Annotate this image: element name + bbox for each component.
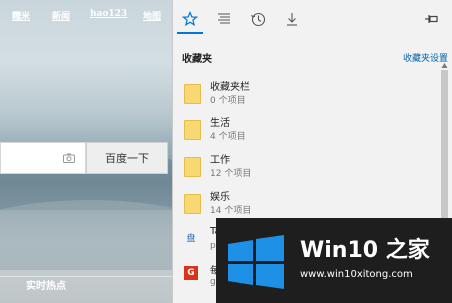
- windows-logo-icon: [228, 235, 284, 289]
- browser-page: 糯米 新闻 hao123 地图 百度一下 实时热点: [0, 0, 172, 303]
- site-favicon-icon: 盘: [186, 233, 196, 244]
- folder-count: 12 个项目: [210, 169, 252, 179]
- folder-name: 娱乐: [210, 192, 230, 203]
- history-icon: [251, 12, 266, 27]
- download-icon: [287, 13, 297, 26]
- tab-favorites[interactable]: [177, 6, 203, 34]
- folder-icon: [184, 157, 201, 177]
- folder-icon: [184, 120, 201, 140]
- watermark-title: Win10 之家: [300, 238, 430, 263]
- star-icon: [182, 11, 198, 27]
- hub-tabs: [173, 0, 452, 38]
- nav-link-map[interactable]: 地图: [143, 9, 161, 22]
- pin-button[interactable]: [419, 6, 445, 32]
- scroll-up-arrow-icon[interactable]: [441, 62, 448, 69]
- hot-topics-label[interactable]: 实时热点: [26, 277, 66, 292]
- reading-list-icon: [218, 13, 230, 24]
- site-favicon-icon: G: [184, 266, 198, 280]
- folder-name: 工作: [210, 155, 230, 166]
- top-nav: 糯米 新闻 hao123 地图: [0, 9, 172, 25]
- nav-link-hao123[interactable]: hao123: [90, 9, 127, 19]
- folder-count: 0 个项目: [210, 96, 246, 106]
- search-bar: 百度一下: [0, 142, 168, 174]
- panel-title: 收藏夹: [182, 54, 212, 65]
- list-item[interactable]: 收藏夹栏 0 个项目: [173, 78, 441, 114]
- folder-count: 14 个项目: [210, 206, 252, 216]
- search-button[interactable]: 百度一下: [86, 142, 168, 174]
- pin-icon: [425, 15, 438, 23]
- camera-icon[interactable]: [63, 153, 75, 163]
- list-item[interactable]: 工作 12 个项目: [173, 151, 441, 187]
- nav-link-nuomi[interactable]: 糯米: [12, 9, 30, 22]
- folder-name: 收藏夹栏: [210, 82, 250, 93]
- mountain-shape: [0, 200, 172, 270]
- folder-icon: [184, 84, 201, 104]
- watermark-url: www.win10xitong.com: [300, 269, 413, 280]
- list-item[interactable]: 生活 4 个项目: [173, 114, 441, 150]
- folder-icon: [184, 194, 201, 214]
- folder-count: 4 个项目: [210, 132, 246, 142]
- tab-downloads[interactable]: [279, 6, 305, 32]
- tab-history[interactable]: [245, 6, 271, 32]
- folder-name: 生活: [210, 118, 230, 129]
- nav-link-news[interactable]: 新闻: [52, 9, 70, 22]
- search-input[interactable]: [0, 142, 86, 174]
- watermark-banner: Win10 之家 www.win10xitong.com: [216, 218, 452, 303]
- tab-reading-list[interactable]: [211, 6, 237, 32]
